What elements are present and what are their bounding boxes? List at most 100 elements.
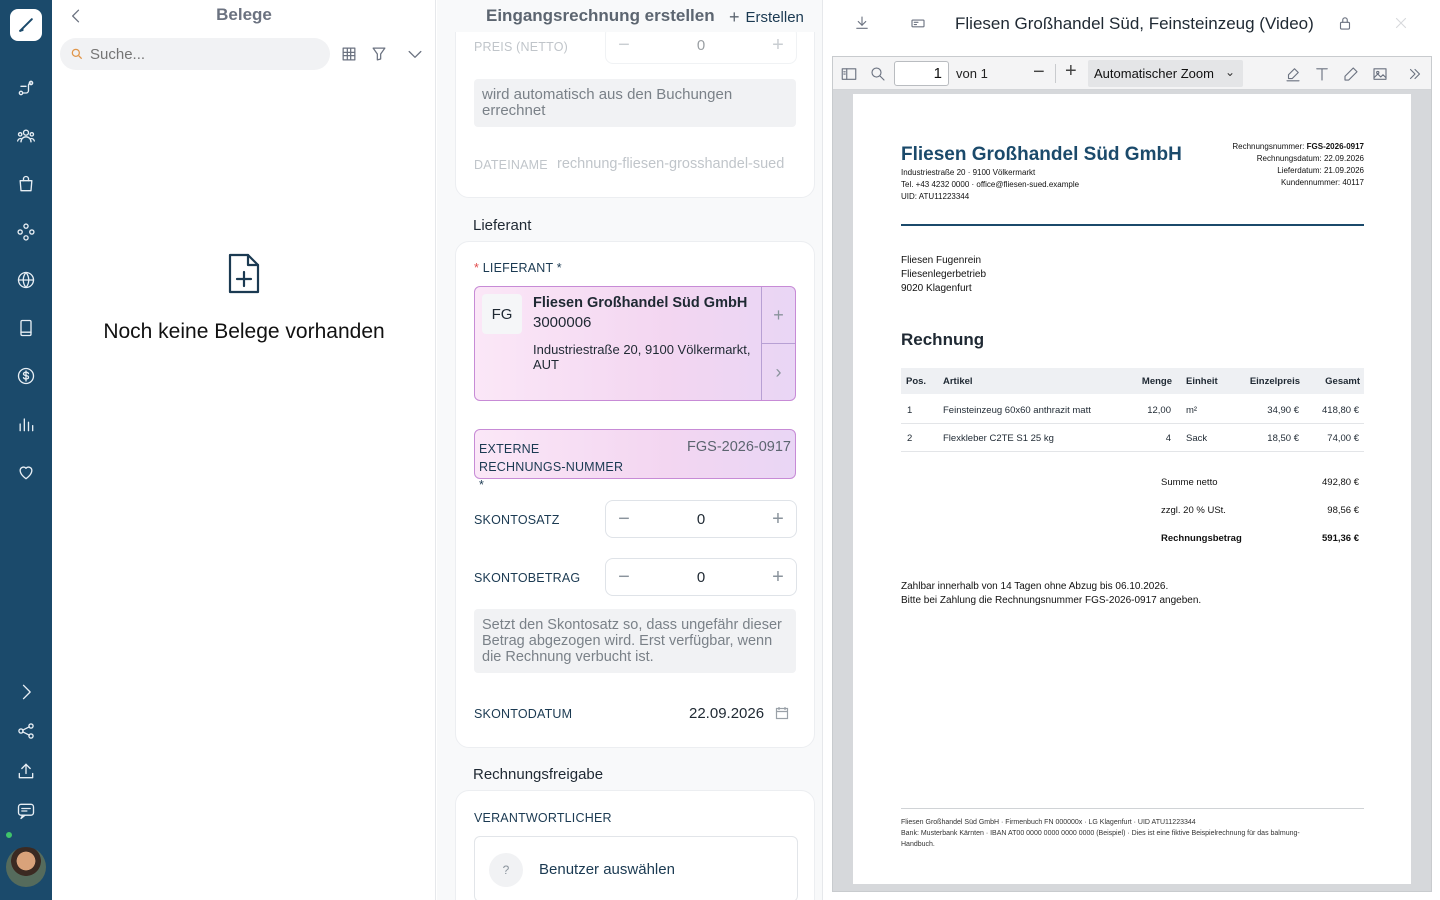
pdf-frame: 1 von 1 − + Automatischer Zoom ⌄ Fliesen… — [832, 56, 1432, 892]
app-logo[interactable] — [10, 9, 42, 41]
create-button[interactable]: + Erstellen — [729, 7, 804, 28]
badge-icon[interactable] — [909, 14, 929, 34]
supplier-address: Industriestraße 20, 9100 Völkermarkt, AU… — [533, 342, 751, 372]
search-input[interactable] — [90, 45, 310, 63]
plus-icon[interactable]: + — [770, 509, 786, 529]
modules-icon[interactable] — [0, 212, 52, 252]
cell-einzelpreis: 18,50 € — [1267, 433, 1299, 444]
contacts-icon[interactable] — [0, 116, 52, 156]
invoice-heading: Rechnung — [901, 330, 985, 349]
user-select-button[interactable]: ? Benutzer auswählen — [474, 836, 798, 900]
heart-icon[interactable] — [0, 452, 52, 492]
search-icon[interactable] — [868, 64, 888, 84]
page-number-input[interactable]: 1 — [894, 61, 949, 86]
footer-line: Bank: Musterbank Kärnten · IBAN AT00 000… — [901, 830, 1300, 837]
lock-icon[interactable] — [1336, 14, 1356, 34]
bar-chart-icon[interactable] — [0, 404, 52, 444]
preis-label: PREIS (NETTO) — [474, 40, 569, 54]
total-label: Summe netto — [1161, 477, 1218, 488]
skontodatum-label: SKONTODATUM — [474, 707, 573, 721]
app-rail — [0, 0, 52, 900]
dollar-icon[interactable] — [0, 356, 52, 396]
recipient-address: Fliesen Fugenrein Fliesenlegerbetrieb 90… — [901, 254, 986, 296]
highlight-icon[interactable] — [1283, 64, 1303, 84]
minus-icon[interactable]: − — [616, 567, 632, 587]
plus-icon: + — [729, 7, 740, 27]
table-view-icon[interactable] — [339, 44, 359, 64]
belege-search[interactable] — [60, 38, 330, 70]
cell-menge: 12,00 — [1147, 405, 1171, 416]
zoom-in-button[interactable]: + — [1065, 60, 1077, 83]
globe-icon[interactable] — [0, 260, 52, 300]
skontosatz-stepper[interactable]: − 0 + — [605, 500, 797, 538]
question-icon: ? — [489, 853, 523, 887]
image-icon[interactable] — [1370, 64, 1390, 84]
minus-icon[interactable]: − — [616, 509, 632, 529]
skontobetrag-value: 0 — [696, 568, 706, 586]
column-header: Gesamt — [1325, 376, 1360, 387]
zoom-out-button[interactable]: − — [1033, 61, 1045, 84]
book-icon[interactable] — [0, 308, 52, 348]
form-header: Eingangsrechnung erstellen + Erstellen — [437, 0, 822, 32]
download-icon[interactable] — [853, 14, 873, 34]
avatar[interactable] — [6, 847, 46, 887]
skontodatum-value[interactable]: 22.09.2026 — [689, 705, 764, 722]
total-value: 492,80 € — [1322, 477, 1359, 488]
total-value: 98,56 € — [1327, 505, 1359, 516]
header-rule — [901, 224, 1364, 226]
cell-artikel: Flexkleber C2TE S1 25 kg — [943, 433, 1054, 444]
verantwortlicher-label: VERANTWORTLICHER — [474, 811, 612, 825]
total-label: Rechnungsbetrag — [1161, 533, 1242, 544]
filter-icon[interactable] — [369, 44, 389, 64]
pdf-viewer-panel: Fliesen Großhandel Süd, Feinsteinzeug (V… — [824, 0, 1440, 900]
meta-row: Lieferdatum: 21.09.2026 — [1277, 166, 1364, 175]
company-line: Industriestraße 20 · 9100 Völkermarkt — [901, 168, 1036, 177]
company-line: Tel. +43 4232 0000 · office@fliesen-sued… — [901, 180, 1080, 189]
add-document-icon[interactable] — [224, 252, 264, 296]
more-tools-icon[interactable] — [1405, 64, 1425, 84]
company-line: UID: ATU11223344 — [901, 192, 970, 201]
draw-icon[interactable] — [1341, 64, 1361, 84]
text-tool-icon[interactable] — [1312, 64, 1332, 84]
skontobetrag-stepper[interactable]: − 0 + — [605, 558, 797, 596]
payment-line: Bitte bei Zahlung die Rechnungsnummer FG… — [901, 595, 1202, 606]
column-header: Pos. — [906, 376, 927, 387]
minus-icon[interactable]: − — [616, 35, 632, 55]
chat-icon[interactable] — [0, 791, 52, 831]
plus-icon[interactable]: + — [770, 35, 786, 55]
close-icon[interactable] — [1392, 14, 1412, 34]
total-label: zzgl. 20 % USt. — [1161, 505, 1226, 516]
create-button-label: Erstellen — [745, 9, 804, 26]
preis-value: 0 — [696, 36, 706, 54]
ext-number-field[interactable]: EXTERNE RECHNUNGS-NUMMER * FGS-2026-0917 — [474, 429, 796, 492]
add-supplier-icon[interactable]: + — [762, 287, 795, 344]
supplier-number: 3000006 — [533, 314, 592, 331]
column-header: Menge — [1141, 376, 1172, 387]
freigabe-card: VERANTWORTLICHER ? Benutzer auswählen — [455, 790, 815, 900]
workflow-icon[interactable] — [0, 68, 52, 108]
upload-icon[interactable] — [0, 751, 52, 791]
cell-gesamt: 74,00 € — [1327, 433, 1359, 444]
cell-einheit: m² — [1186, 405, 1198, 416]
payment-terms: Zahlbar innerhalb von 14 Tagen ohne Abzu… — [901, 580, 1201, 608]
pdf-page: Fliesen Großhandel Süd GmbH Industriestr… — [853, 94, 1411, 884]
zoom-select[interactable]: Automatischer Zoom ⌄ — [1088, 60, 1243, 87]
chevron-down-icon: ⌄ — [1224, 65, 1235, 79]
invoice-company-lines: Industriestraße 20 · 9100 Völkermarkt Te… — [901, 167, 1079, 203]
cell-pos: 2 — [907, 433, 913, 444]
supplier-field[interactable]: FG Fliesen Großhandel Süd GmbH 3000006 I… — [474, 286, 796, 401]
payment-line: Zahlbar innerhalb von 14 Tagen ohne Abzu… — [901, 581, 1169, 592]
sidebar-toggle-icon[interactable] — [839, 64, 859, 84]
shopping-bag-icon[interactable] — [0, 164, 52, 204]
chevron-right-icon[interactable]: › — [762, 344, 795, 400]
ext-number-value: FGS-2026-0917 — [687, 439, 791, 455]
chevron-down-icon[interactable] — [405, 44, 425, 64]
calendar-icon[interactable] — [775, 706, 789, 720]
cell-einzelpreis: 34,90 € — [1267, 405, 1299, 416]
plus-icon[interactable]: + — [770, 567, 786, 587]
column-header: Einzelpreis — [1249, 376, 1300, 387]
share-icon[interactable] — [0, 711, 52, 751]
dateiname-value: rechnung-fliesen-grosshandel-sued — [557, 156, 785, 172]
expand-chevron-icon[interactable] — [0, 672, 52, 712]
column-header: Einheit — [1186, 376, 1218, 387]
